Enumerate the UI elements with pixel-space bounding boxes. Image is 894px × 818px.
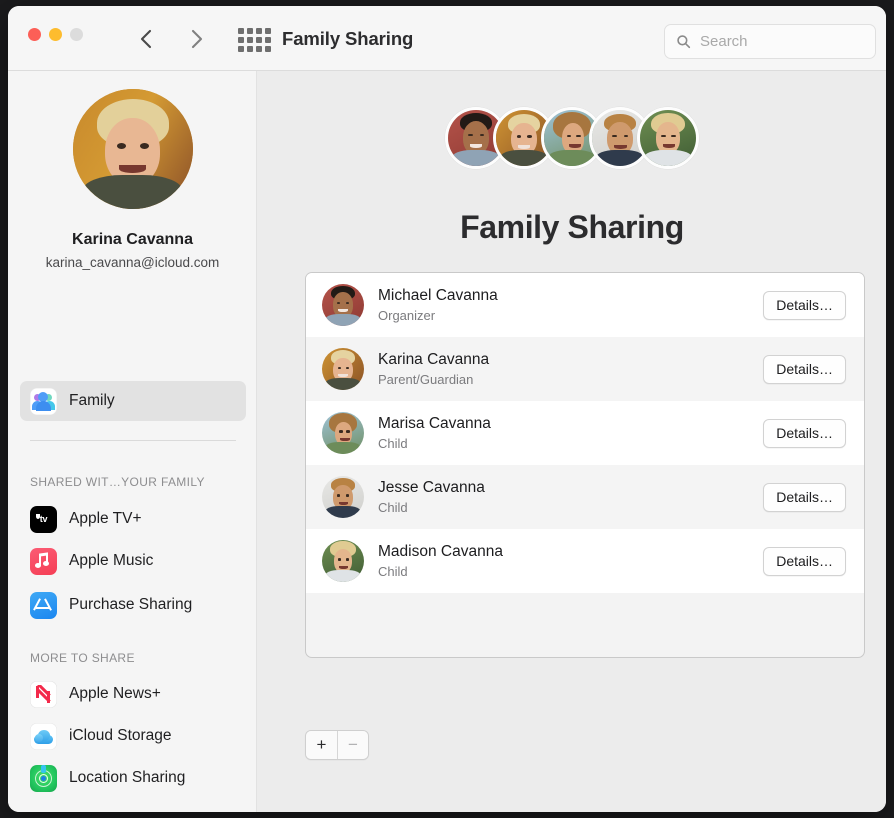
icloud-icon — [30, 722, 57, 750]
member-name: Madison Cavanna — [378, 543, 503, 560]
search-input[interactable] — [700, 33, 860, 50]
member-role: Child — [378, 436, 408, 451]
apple-music-icon — [30, 547, 57, 575]
search-field[interactable] — [664, 24, 876, 59]
sidebar-section-header-shared: SHARED WIT…YOUR FAMILY — [30, 475, 205, 489]
member-role: Child — [378, 500, 408, 515]
find-my-icon — [30, 764, 57, 792]
sidebar-item-apple-tv[interactable]: tv Apple TV+ — [20, 499, 246, 539]
remove-member-button[interactable]: − — [337, 731, 368, 759]
details-button[interactable]: Details… — [763, 546, 846, 576]
sidebar-item-family[interactable]: Family — [20, 381, 246, 421]
app-store-icon — [30, 591, 57, 619]
show-all-grid-icon[interactable] — [238, 28, 274, 52]
title-bar: Family Sharing — [8, 6, 886, 71]
member-name: Michael Cavanna — [378, 287, 498, 304]
member-info: Jesse Cavanna Child — [378, 479, 763, 515]
member-name: Karina Cavanna — [378, 351, 490, 368]
close-button[interactable] — [28, 28, 41, 41]
search-icon — [676, 34, 691, 49]
preferences-window: Family Sharing Search Karina Cavanna kar… — [8, 6, 886, 812]
sidebar-item-label: Family — [69, 392, 115, 409]
sidebar-section-header-more: MORE TO SHARE — [30, 651, 135, 665]
details-button[interactable]: Details… — [763, 290, 846, 320]
add-member-button[interactable]: + — [306, 731, 337, 759]
table-row[interactable]: Marisa Cavanna Child Details… — [306, 401, 864, 465]
member-avatar — [322, 348, 364, 390]
profile-block: Karina Cavanna karina_cavanna@icloud.com — [8, 89, 257, 270]
karina-face — [72, 89, 193, 209]
details-button[interactable]: Details… — [763, 482, 846, 512]
sidebar-item-icloud-storage[interactable]: iCloud Storage — [20, 716, 246, 756]
member-avatar — [322, 476, 364, 518]
details-button[interactable]: Details… — [763, 418, 846, 448]
sidebar-item-apple-music[interactable]: Apple Music — [20, 541, 246, 581]
avatar[interactable] — [72, 89, 193, 209]
sidebar-item-label: Apple News+ — [69, 685, 161, 702]
member-name: Jesse Cavanna — [378, 479, 485, 496]
member-avatar — [322, 412, 364, 454]
cluster-avatar-madison[interactable] — [637, 107, 699, 169]
back-button[interactable] — [134, 24, 160, 54]
table-row[interactable]: Jesse Cavanna Child Details… — [306, 465, 864, 529]
sidebar-item-label: Apple TV+ — [69, 510, 142, 527]
page-title: Family Sharing — [460, 209, 684, 245]
member-info: Madison Cavanna Child — [378, 543, 763, 579]
apple-tv-icon: tv — [30, 505, 57, 533]
member-role: Child — [378, 564, 408, 579]
sidebar-item-location-sharing[interactable]: Location Sharing — [20, 758, 246, 798]
table-row[interactable]: Madison Cavanna Child Details… — [306, 529, 864, 593]
member-avatar — [322, 284, 364, 326]
member-info: Michael Cavanna Organizer — [378, 287, 763, 323]
sidebar-item-purchase-sharing[interactable]: Purchase Sharing — [20, 585, 246, 625]
family-avatar-cluster — [258, 107, 886, 169]
member-role: Parent/Guardian — [378, 372, 474, 387]
minimize-button[interactable] — [49, 28, 62, 41]
profile-email: karina_cavanna@icloud.com — [45, 255, 220, 270]
member-avatar — [322, 540, 364, 582]
zoom-button[interactable] — [70, 28, 83, 41]
member-name: Marisa Cavanna — [378, 415, 491, 432]
member-role: Organizer — [378, 308, 436, 323]
details-button[interactable]: Details… — [763, 354, 846, 384]
sidebar-item-label: iCloud Storage — [69, 727, 172, 744]
table-row[interactable]: Michael Cavanna Organizer Details… — [306, 273, 864, 337]
member-info: Karina Cavanna Parent/Guardian — [378, 351, 763, 387]
traffic-lights — [28, 28, 83, 41]
sidebar: Karina Cavanna karina_cavanna@icloud.com… — [8, 71, 257, 812]
profile-name: Karina Cavanna — [72, 231, 193, 248]
sidebar-item-apple-news[interactable]: Apple News+ — [20, 674, 246, 714]
add-remove-segmented-control: + − — [305, 730, 369, 760]
sidebar-item-label: Purchase Sharing — [69, 596, 193, 613]
sidebar-item-label: Apple Music — [69, 552, 154, 569]
family-member-list: Michael Cavanna Organizer Details… Karin… — [305, 272, 865, 658]
sidebar-divider — [30, 440, 236, 441]
window-title: Family Sharing — [282, 28, 414, 49]
sidebar-item-label: Location Sharing — [69, 769, 186, 786]
table-row[interactable]: Karina Cavanna Parent/Guardian Details… — [306, 337, 864, 401]
forward-button[interactable] — [183, 24, 209, 54]
main-content: Family Sharing Michael Cavanna Organizer… — [258, 71, 886, 812]
member-info: Marisa Cavanna Child — [378, 415, 763, 451]
apple-news-icon — [30, 680, 57, 708]
family-icon — [30, 387, 57, 415]
